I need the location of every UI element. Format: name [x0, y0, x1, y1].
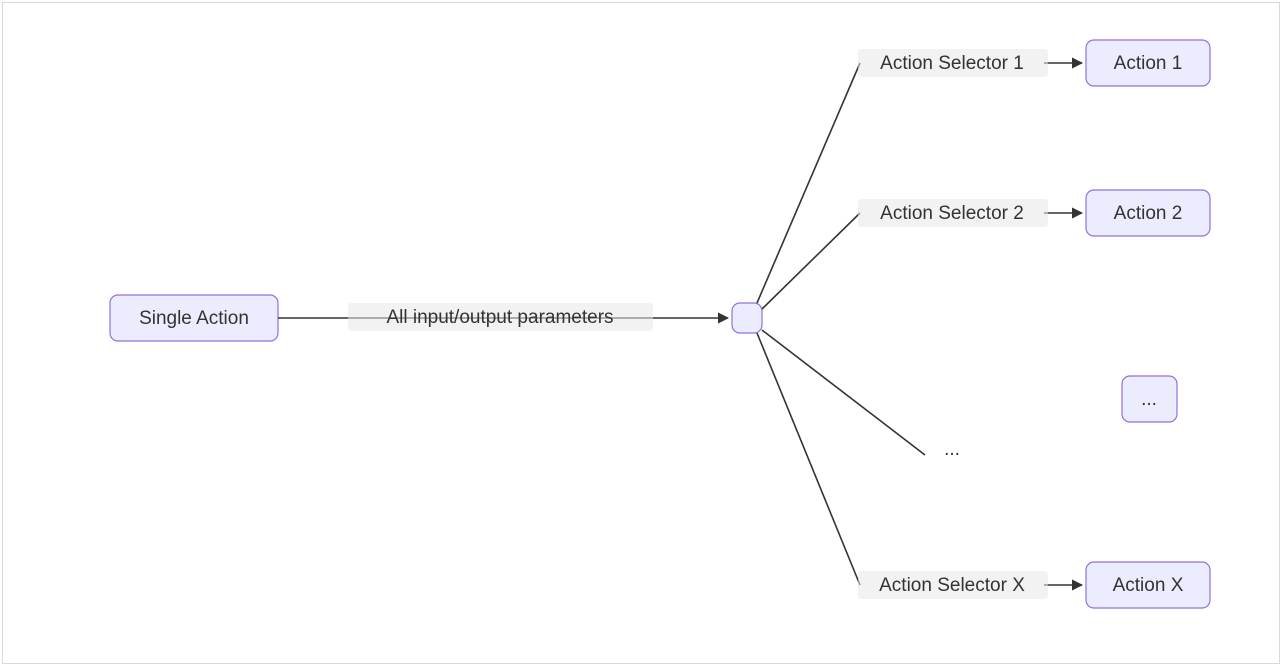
node-single-action: Single Action — [110, 295, 278, 341]
node-action-x-label: Action X — [1113, 575, 1184, 596]
node-single-action-label: Single Action — [139, 308, 249, 329]
node-hub — [732, 303, 762, 333]
node-action-1-label: Action 1 — [1114, 53, 1183, 74]
edge-selector-x-label: Action Selector X — [879, 575, 1025, 596]
edge-selector-2: Action Selector 2 — [762, 199, 1082, 309]
node-action-2: Action 2 — [1086, 190, 1210, 236]
node-action-2-label: Action 2 — [1114, 203, 1183, 224]
edge-selector-x: Action Selector X — [757, 333, 1082, 599]
node-ellipsis: ... — [1122, 376, 1177, 422]
edge-selector-2-label: Action Selector 2 — [880, 203, 1024, 224]
edge-branch-ellipsis: ... — [762, 330, 960, 460]
edge-params: All input/output parameters — [278, 303, 728, 331]
node-ellipsis-label: ... — [1141, 389, 1157, 410]
branch-ellipsis-text: ... — [944, 439, 960, 460]
edge-selector-1: Action Selector 1 — [757, 49, 1082, 303]
node-action-1: Action 1 — [1086, 40, 1210, 86]
edge-params-label: All input/output parameters — [386, 307, 613, 328]
node-action-x: Action X — [1086, 562, 1210, 608]
diagram-svg: Single Action Action 1 Action 2 ... Acti… — [0, 0, 1284, 668]
edge-selector-1-label: Action Selector 1 — [880, 53, 1024, 74]
